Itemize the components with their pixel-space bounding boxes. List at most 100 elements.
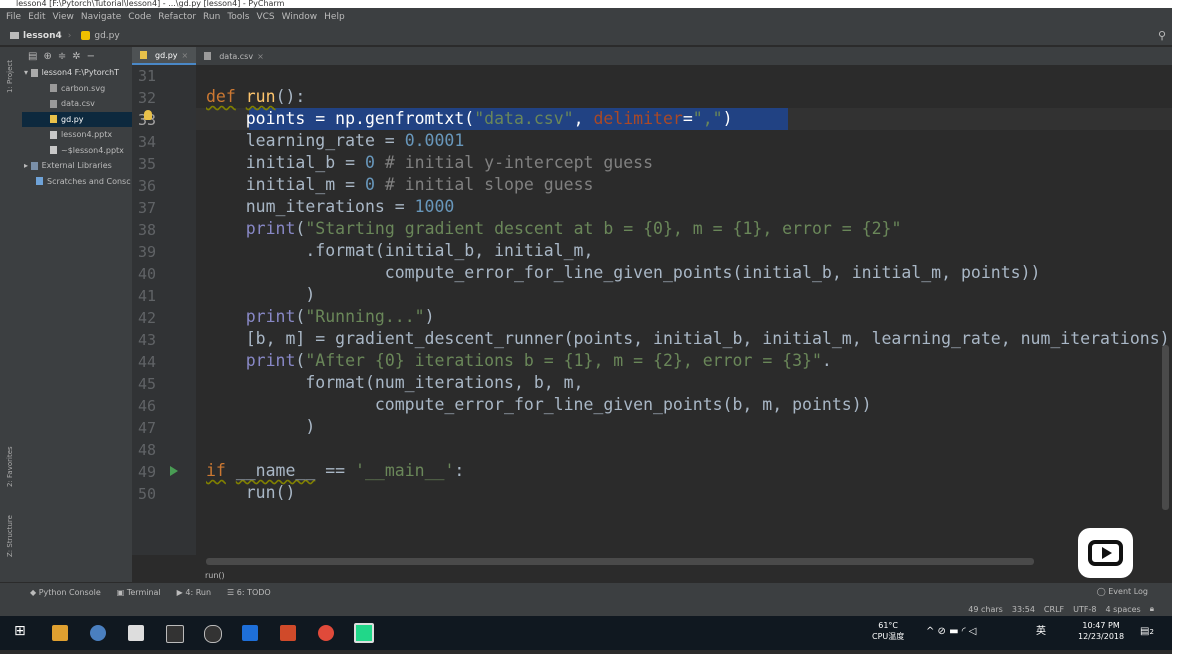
code-line-43[interactable]: [b, m] = gradient_descent_runner(points,…	[206, 328, 1170, 350]
code-line-46[interactable]: compute_error_for_line_given_points(b, m…	[206, 394, 872, 416]
nav-project[interactable]: lesson4	[23, 31, 62, 41]
search-icon[interactable]: ⚲	[1158, 29, 1166, 42]
code-editor[interactable]: def run(): points = np.genfromtxt("data.…	[196, 65, 1172, 555]
clock[interactable]: 10:47 PM 12/23/2018	[1078, 620, 1124, 642]
tree-item-temp-pptx[interactable]: ~$lesson4.pptx	[22, 143, 132, 159]
pycharm-icon[interactable]	[354, 623, 374, 643]
structure-tool-tab[interactable]: Z: Structure	[6, 515, 14, 557]
run-gutter-icon[interactable]	[170, 466, 178, 476]
tree-item-data-csv[interactable]: data.csv	[22, 96, 132, 112]
code-line-37[interactable]: num_iterations = 1000	[206, 196, 455, 218]
code-line-33[interactable]: points = np.genfromtxt("data.csv", delim…	[206, 108, 733, 130]
play-icon	[1102, 547, 1112, 559]
code-line-40[interactable]: compute_error_for_line_given_points(init…	[206, 262, 1041, 284]
lock-icon[interactable]: 🔒︎	[1150, 604, 1154, 614]
tab-data-csv[interactable]: data.csv ×	[196, 47, 272, 65]
tree-item-carbon-svg[interactable]: carbon.svg	[22, 81, 132, 97]
collapse-icon[interactable]: ≑	[58, 51, 66, 62]
code-line-45[interactable]: format(num_iterations, b, m,	[206, 372, 583, 394]
code-line-42[interactable]: print("Running...")	[206, 306, 435, 328]
tree-item-gd-py[interactable]: gd.py	[22, 111, 132, 127]
code-line-50[interactable]: run()	[206, 482, 296, 504]
folder-icon	[10, 32, 19, 39]
expand-arrow-icon[interactable]: ▸	[24, 161, 28, 170]
project-tool-tab[interactable]: 1: Project	[6, 60, 14, 93]
event-log-button[interactable]: ◯ Event Log	[1097, 587, 1148, 596]
expand-arrow-icon[interactable]: ▾	[24, 68, 28, 77]
favorites-tool-tab[interactable]: 2: Favorites	[6, 446, 14, 487]
vertical-scrollbar[interactable]	[1162, 345, 1169, 510]
code-line-44[interactable]: print("After {0} iterations b = {1}, m =…	[206, 350, 832, 372]
menu-view[interactable]: View	[53, 12, 74, 22]
menu-file[interactable]: File	[6, 12, 21, 22]
code-breadcrumb[interactable]: run()	[132, 569, 1172, 582]
menu-navigate[interactable]: Navigate	[81, 12, 121, 22]
code-line-36[interactable]: initial_m = 0 # initial slope guess	[206, 174, 594, 196]
status-line-separator[interactable]: CRLF	[1044, 605, 1064, 614]
line-number: 31	[138, 67, 157, 85]
terminal-icon[interactable]	[166, 625, 184, 643]
ime-indicator[interactable]: 英	[1036, 626, 1046, 637]
menu-tools[interactable]: Tools	[227, 12, 249, 22]
menu-refactor[interactable]: Refactor	[158, 12, 196, 22]
code-line-38[interactable]: print("Starting gradient descent at b = …	[206, 218, 902, 240]
folder-icon	[30, 68, 38, 77]
app-icon[interactable]	[128, 625, 144, 641]
powerpoint-icon[interactable]	[280, 625, 296, 641]
code-line-47[interactable]: )	[206, 416, 315, 438]
menu-code[interactable]: Code	[128, 12, 151, 22]
close-icon[interactable]: ×	[257, 52, 264, 61]
line-number: 47	[138, 419, 157, 437]
menu-window[interactable]: Window	[282, 12, 318, 22]
close-icon[interactable]: ×	[182, 51, 189, 60]
tree-item-lesson4[interactable]: ▾ lesson4 F:\PytorchT	[22, 65, 132, 81]
code-line-41[interactable]: )	[206, 284, 315, 306]
pycharm-window: lesson4 [F:\Pytorch\Tutorial\lesson4] - …	[0, 0, 1172, 654]
app-icon[interactable]	[242, 625, 258, 641]
cpu-temperature: 61°C CPU温度	[872, 621, 905, 641]
tree-item-external-libraries[interactable]: ▸ External Libraries	[22, 158, 132, 174]
status-encoding[interactable]: UTF-8	[1073, 605, 1096, 614]
code-line-34[interactable]: learning_rate = 0.0001	[206, 130, 465, 152]
python-file-icon	[81, 31, 91, 40]
tray-icons[interactable]: ^ ⊘ ▬ ◜ ◁	[926, 626, 976, 637]
minimize-icon[interactable]: −	[87, 51, 95, 62]
tab-run[interactable]: ▶ 4: Run	[177, 588, 211, 597]
tab-python-console[interactable]: ◆ Python Console	[30, 588, 101, 597]
tab-terminal[interactable]: ▣ Terminal	[117, 588, 161, 597]
nav-file[interactable]: gd.py	[94, 31, 119, 41]
notification-icon[interactable]: ▤2	[1140, 626, 1154, 638]
file-explorer-icon[interactable]	[52, 625, 68, 641]
menu-help[interactable]: Help	[324, 12, 345, 22]
project-toolbar: ▤ ⊕ ≑ ✲ −	[22, 47, 132, 65]
code-line-49[interactable]: if __name__ == '__main__':	[206, 460, 464, 482]
chevron-right-icon: ›	[67, 30, 72, 41]
menu-vcs[interactable]: VCS	[256, 12, 274, 22]
windows-start-icon[interactable]: ⊞	[14, 623, 30, 639]
scrollbar-thumb[interactable]	[206, 558, 1034, 565]
tab-todo[interactable]: ☰ 6: TODO	[227, 588, 271, 597]
tree-item-lesson4-pptx[interactable]: lesson4.pptx	[22, 127, 132, 143]
project-view-icon[interactable]: ▤	[28, 51, 37, 62]
code-line-35[interactable]: initial_b = 0 # initial y-intercept gues…	[206, 152, 653, 174]
github-icon[interactable]	[204, 625, 222, 643]
menu-bar: File Edit View Navigate Code Refactor Ru…	[0, 8, 1172, 26]
status-position[interactable]: 33:54	[1012, 605, 1035, 614]
tree-item-scratches[interactable]: Scratches and Consc	[22, 174, 132, 190]
line-number: 50	[138, 485, 157, 503]
line-number: 34	[138, 133, 157, 151]
line-number: 35	[138, 155, 157, 173]
code-line-39[interactable]: .format(initial_b, initial_m,	[206, 240, 593, 262]
menu-run[interactable]: Run	[203, 12, 220, 22]
lightbulb-icon[interactable]	[144, 110, 152, 120]
app-icon[interactable]	[90, 625, 106, 641]
tab-gd-py[interactable]: gd.py ×	[132, 47, 197, 65]
status-indent[interactable]: 4 spaces	[1105, 605, 1140, 614]
menu-edit[interactable]: Edit	[28, 12, 45, 22]
chrome-icon[interactable]	[318, 625, 334, 641]
target-icon[interactable]: ⊕	[43, 51, 51, 62]
gear-icon[interactable]: ✲	[72, 51, 80, 62]
line-number: 42	[138, 309, 157, 327]
code-line-32[interactable]: def run():	[206, 86, 305, 108]
horizontal-scrollbar[interactable]	[196, 555, 1172, 569]
